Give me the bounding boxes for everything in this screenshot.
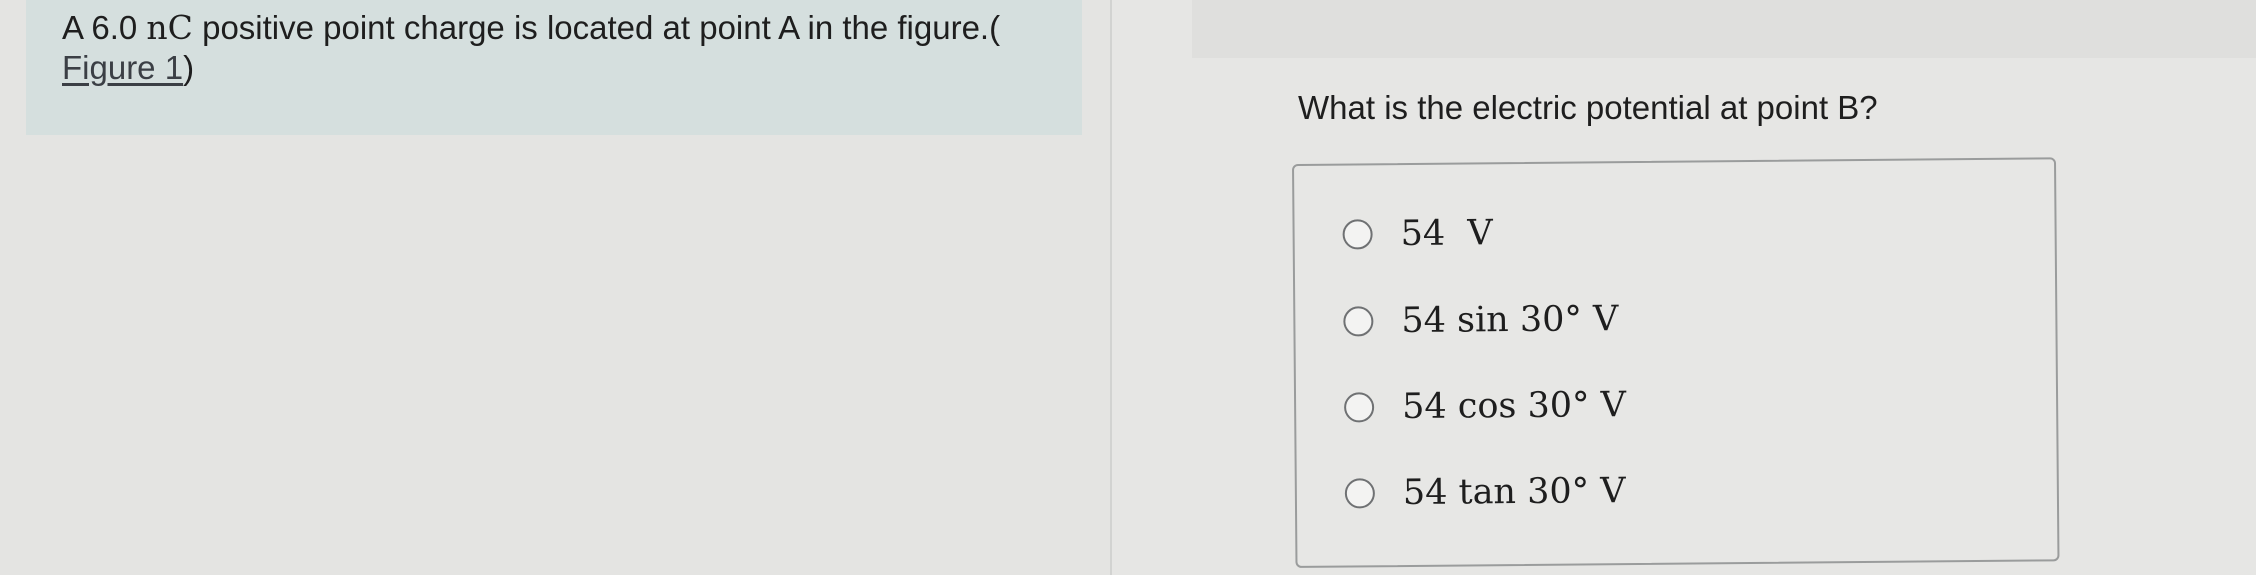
answer-option-4[interactable]: 54 tan 30° V <box>1344 466 1626 518</box>
answer-option-2[interactable]: 54 sin 30° V <box>1343 294 1618 346</box>
answer-options-box: 54 V 54 sin 30° V 54 cos 30° V 54 tan 30… <box>1292 157 2060 568</box>
problem-intro-text: A 6.0 nC positive point charge is locate… <box>62 8 1062 88</box>
figure-link-close: ) <box>183 49 195 86</box>
radio-button[interactable] <box>1343 392 1375 423</box>
answer-option-label: 54 tan 30° V <box>1402 471 1626 514</box>
radio-button[interactable] <box>1344 478 1376 509</box>
answer-option-1[interactable]: 54 V <box>1342 208 1493 259</box>
answer-option-label: 54 sin 30° V <box>1401 299 1619 342</box>
intro-suffix: positive point charge is located at poin… <box>192 9 1001 46</box>
intro-prefix: A 6.0 <box>62 9 147 46</box>
answer-option-label: 54 V <box>1400 213 1493 255</box>
answer-option-3[interactable]: 54 cos 30° V <box>1343 380 1627 432</box>
answer-option-label: 54 cos 30° V <box>1401 385 1627 428</box>
radio-button[interactable] <box>1342 219 1373 250</box>
right-top-strip <box>1192 0 2256 58</box>
question-text: What is the electric potential at point … <box>1298 89 1878 126</box>
figure-link[interactable]: Figure 1 <box>62 49 183 86</box>
radio-button[interactable] <box>1343 306 1374 337</box>
intro-unit: nC <box>146 8 193 47</box>
